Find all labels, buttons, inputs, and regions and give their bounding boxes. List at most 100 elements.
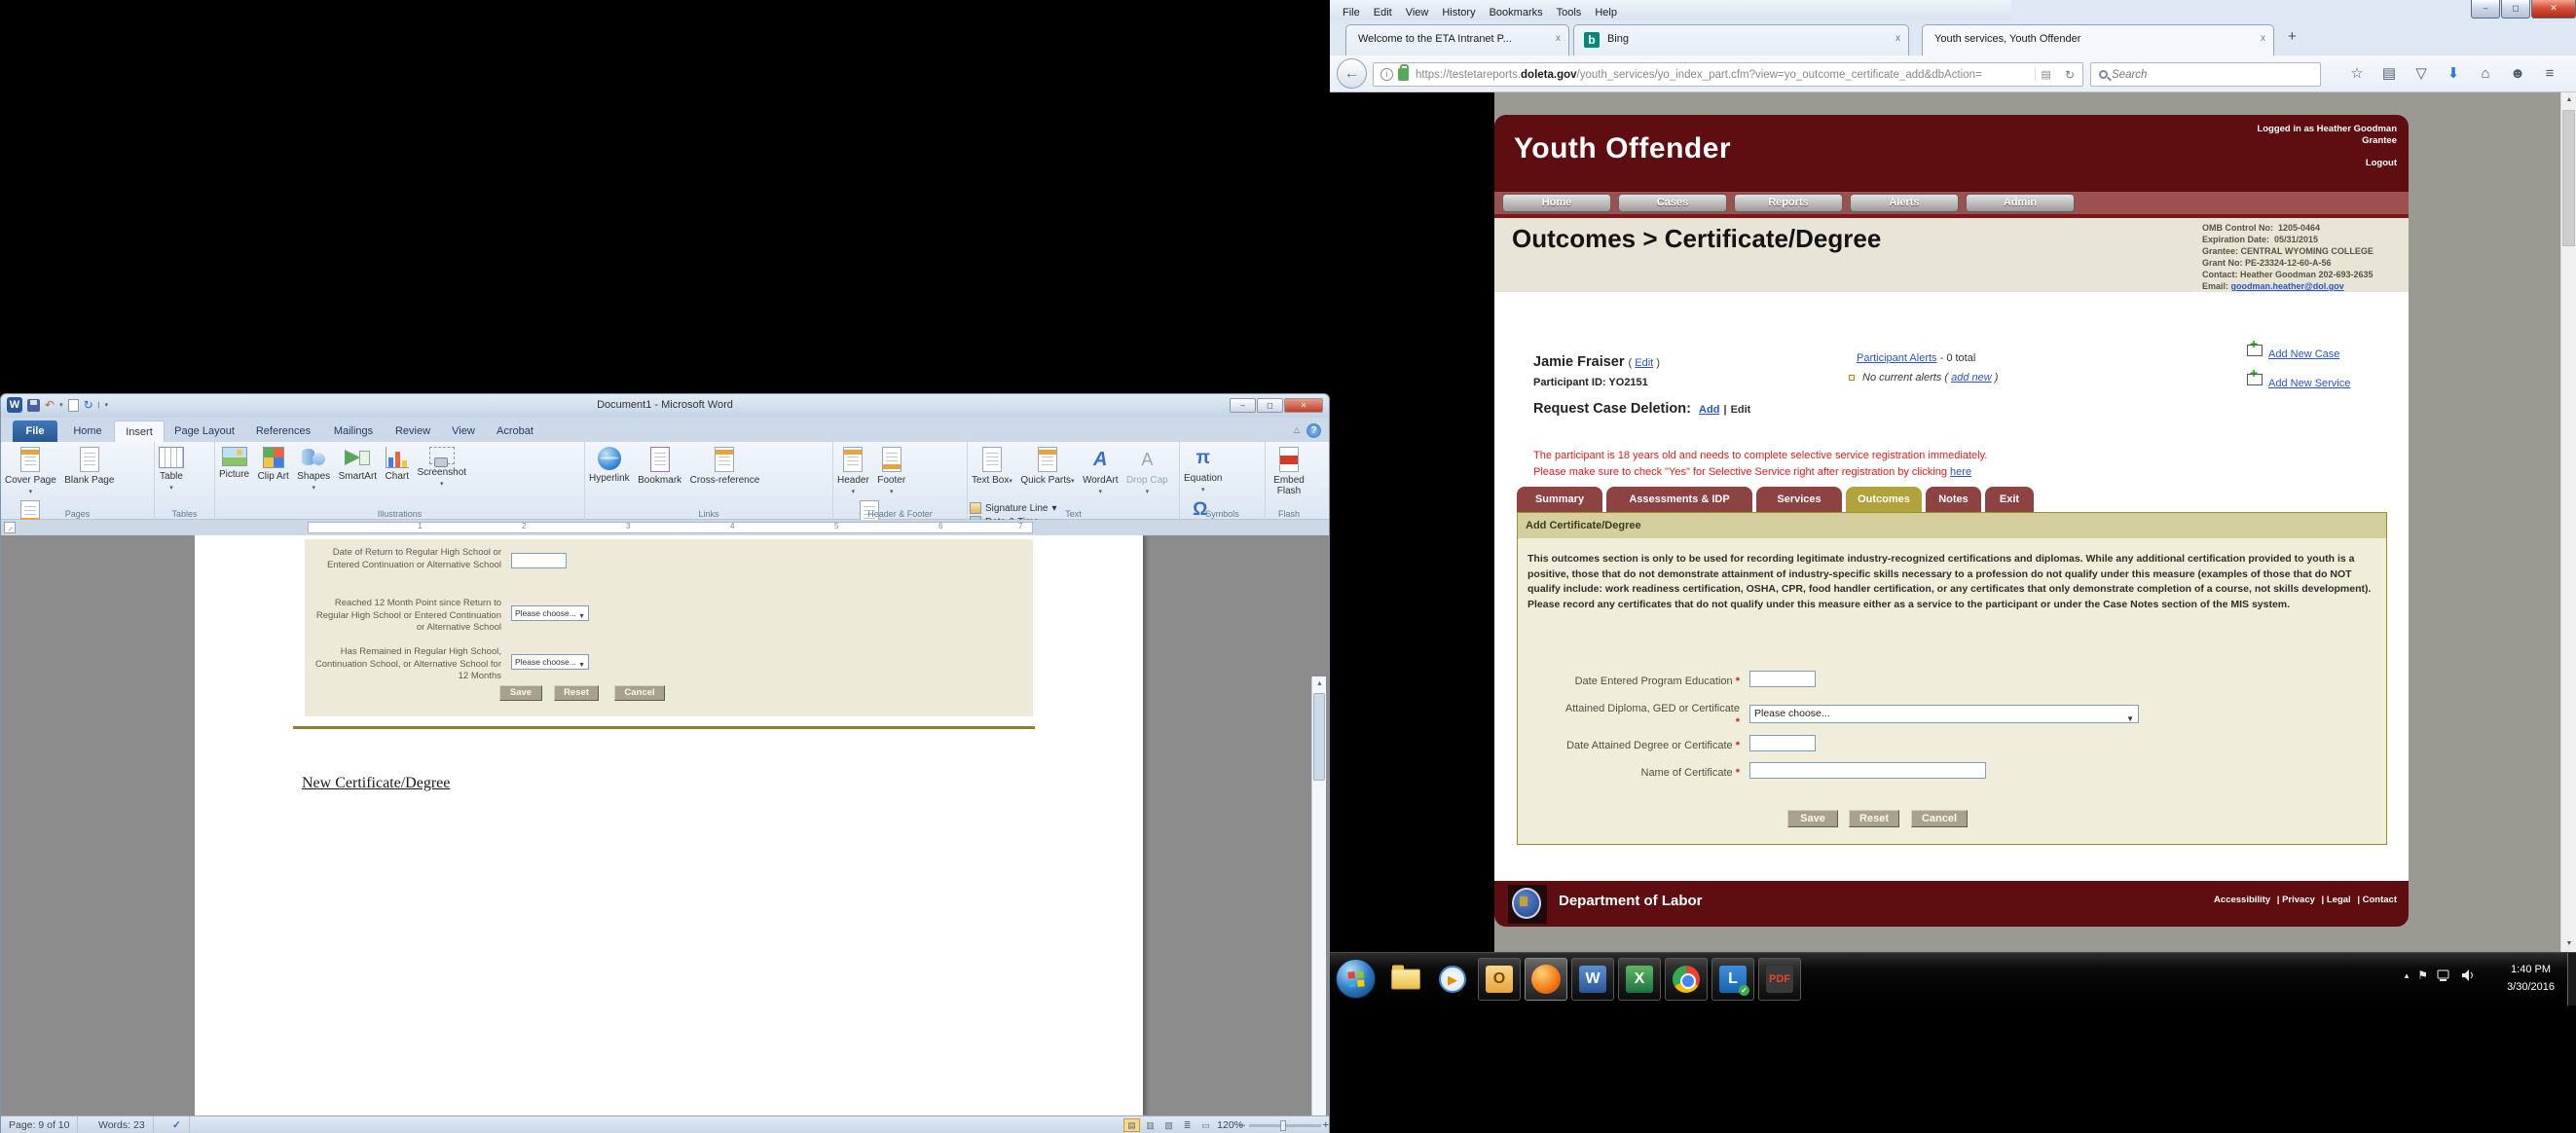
save-button[interactable]: Save xyxy=(1787,810,1838,827)
search-box[interactable] xyxy=(2090,62,2321,87)
ribbon-tab-mailings[interactable]: Mailings xyxy=(322,420,385,442)
taskbar-clock[interactable]: 1:40 PM 3/30/2016 xyxy=(2507,961,2555,996)
taskbar-chrome-icon[interactable] xyxy=(1665,958,1708,1001)
ribbon-tab-insert-active[interactable]: Insert xyxy=(114,420,165,442)
browser-tab-youth-offender-active[interactable]: Youth services, Youth Offender x xyxy=(1922,24,2274,55)
help-icon[interactable]: ? xyxy=(1306,423,1321,438)
nav-home-button[interactable]: Home xyxy=(1502,194,1611,212)
browser-tab-bing[interactable]: b Bing x xyxy=(1573,24,1909,55)
add-new-service-link[interactable]: Add New Service xyxy=(2268,378,2350,389)
reload-icon[interactable]: ↻ xyxy=(2057,68,2082,82)
minimize-button[interactable]: – xyxy=(2471,0,2500,18)
taskbar-media-player-icon[interactable]: ▶ xyxy=(1431,958,1474,1001)
add-new-case-link[interactable]: Add New Case xyxy=(2268,348,2339,360)
ribbon-tab-file[interactable]: File xyxy=(13,420,57,442)
word-scroll-up-arrow[interactable]: ▲ xyxy=(1312,676,1327,691)
ribbon-tab-review[interactable]: Review xyxy=(385,420,441,442)
equation-button[interactable]: πEquation▾ xyxy=(1182,445,1224,496)
spellcheck-icon[interactable]: ✓ xyxy=(165,1116,190,1133)
participant-edit-link[interactable]: Edit xyxy=(1635,357,1653,369)
nav-cases-button[interactable]: Cases xyxy=(1618,194,1727,212)
hamburger-menu-icon[interactable]: ≡ xyxy=(2536,61,2563,87)
print-layout-view-button[interactable]: ▤ xyxy=(1123,1118,1140,1132)
menu-history[interactable]: History xyxy=(1435,7,1482,18)
taskbar-firefox-icon[interactable] xyxy=(1525,958,1567,1001)
participant-alerts-link[interactable]: Participant Alerts xyxy=(1857,352,1937,364)
date-entered-input[interactable] xyxy=(1749,671,1816,687)
url-bar[interactable]: i https://testetareports.doleta.gov/yout… xyxy=(1373,62,2083,87)
document-page[interactable]: Date of Return to Regular High School or… xyxy=(195,535,1143,1115)
tab-close-icon[interactable]: x xyxy=(2261,33,2265,44)
word-count-indicator[interactable]: Words: 23 xyxy=(91,1116,154,1133)
date-attained-input[interactable] xyxy=(1749,735,1816,751)
ribbon-tab-references[interactable]: References xyxy=(244,420,322,442)
collapse-ribbon-icon[interactable]: △ xyxy=(1294,425,1300,434)
browser-scrollbar[interactable]: ▲ ▼ xyxy=(2560,92,2576,952)
chart-button[interactable]: Chart xyxy=(384,445,411,483)
word-restore-button[interactable]: ◻ xyxy=(1257,398,1283,413)
home-icon[interactable]: ⌂ xyxy=(2472,61,2499,87)
cancel-button[interactable]: Cancel xyxy=(1911,810,1968,827)
warning-here-link[interactable]: here xyxy=(1950,466,1971,478)
browser-tab-eta-intranet[interactable]: Welcome to the ETA Intranet P... x xyxy=(1345,24,1569,55)
word-minimize-button[interactable]: – xyxy=(1230,398,1256,413)
header-button[interactable]: Header▾ xyxy=(835,445,871,498)
nav-reports-button[interactable]: Reports xyxy=(1734,194,1843,212)
legal-link[interactable]: Legal xyxy=(2327,895,2351,905)
wordart-button[interactable]: AWordArt▾ xyxy=(1081,445,1121,498)
close-button[interactable]: ✕ xyxy=(2531,0,2576,18)
scroll-down-arrow[interactable]: ▼ xyxy=(2561,936,2576,952)
smartart-button[interactable]: SmartArt xyxy=(337,445,379,483)
web-layout-view-button[interactable]: ▧ xyxy=(1160,1118,1177,1132)
action-center-flag-icon[interactable]: ⚑ xyxy=(2417,969,2428,982)
bookmark-button[interactable]: Bookmark xyxy=(636,445,683,487)
clip-art-button[interactable]: Clip Art xyxy=(256,445,291,483)
quick-parts-button[interactable]: Quick Parts▾ xyxy=(1018,445,1076,488)
tab-notes[interactable]: Notes xyxy=(1926,487,1981,512)
omb-email-link[interactable]: goodman.heather@dol.gov xyxy=(2231,281,2344,291)
taskbar-excel-icon[interactable]: X xyxy=(1618,958,1661,1001)
cross-reference-button[interactable]: Cross-reference xyxy=(688,445,762,487)
nav-admin-button[interactable]: Admin xyxy=(1966,194,2075,212)
ribbon-tab-view[interactable]: View xyxy=(441,420,486,442)
menu-help[interactable]: Help xyxy=(1588,7,1624,18)
volume-icon[interactable] xyxy=(2461,969,2475,982)
zoom-out-button[interactable]: – xyxy=(1239,1116,1245,1133)
taskbar-acrobat-icon[interactable]: PDF xyxy=(1758,958,1801,1001)
picture-button[interactable]: Picture xyxy=(217,445,251,481)
scrollbar-thumb[interactable] xyxy=(2562,110,2575,246)
network-icon[interactable] xyxy=(2437,969,2452,982)
contact-link[interactable]: Contact xyxy=(2363,895,2397,905)
attained-diploma-select[interactable]: Please choose...▼ xyxy=(1749,705,2139,723)
page-count-indicator[interactable]: Page: 9 of 10 xyxy=(1,1116,78,1133)
menu-tools[interactable]: Tools xyxy=(1550,7,1589,18)
privacy-link[interactable]: Privacy xyxy=(2282,895,2315,905)
text-box-button[interactable]: Text Box▾ xyxy=(970,445,1014,488)
downloads-icon[interactable]: ⬇ xyxy=(2440,61,2467,87)
nav-alerts-button[interactable]: Alerts xyxy=(1850,194,1959,212)
certificate-name-input[interactable] xyxy=(1749,762,1986,779)
tray-expand-icon[interactable]: ▴ xyxy=(2405,970,2410,981)
menu-edit[interactable]: Edit xyxy=(1367,7,1399,18)
hyperlink-button[interactable]: Hyperlink xyxy=(587,445,632,485)
menu-view[interactable]: View xyxy=(1399,7,1436,18)
new-tab-button[interactable]: + xyxy=(2288,28,2297,45)
zoom-slider[interactable] xyxy=(1249,1124,1321,1127)
search-input[interactable] xyxy=(2112,69,2277,81)
scroll-up-arrow[interactable]: ▲ xyxy=(2561,92,2576,108)
restore-button[interactable]: ◻ xyxy=(2501,0,2530,18)
case-deletion-edit[interactable]: Edit xyxy=(1731,404,1751,416)
menu-bookmarks[interactable]: Bookmarks xyxy=(1483,7,1550,18)
taskbar-outlook-icon[interactable]: O xyxy=(1478,958,1521,1001)
table-button[interactable]: Table▾ xyxy=(157,445,186,494)
blank-page-button[interactable]: Blank Page xyxy=(62,445,116,487)
cover-page-button[interactable]: Cover Page▾ xyxy=(3,445,58,498)
add-new-alert-link[interactable]: add new xyxy=(1951,372,1992,384)
https-lock-icon[interactable] xyxy=(1398,68,1409,81)
ribbon-tab-acrobat[interactable]: Acrobat xyxy=(486,420,544,442)
page-info-icon[interactable]: i xyxy=(1380,68,1393,81)
word-titlebar[interactable]: W ↶ ▾ ↻ | ▾ Document1 - Microsoft Word –… xyxy=(1,394,1329,418)
tab-close-icon[interactable]: x xyxy=(1895,33,1900,44)
word-close-button[interactable]: ✕ xyxy=(1284,398,1323,413)
pocket-icon[interactable]: ▽ xyxy=(2408,61,2435,87)
